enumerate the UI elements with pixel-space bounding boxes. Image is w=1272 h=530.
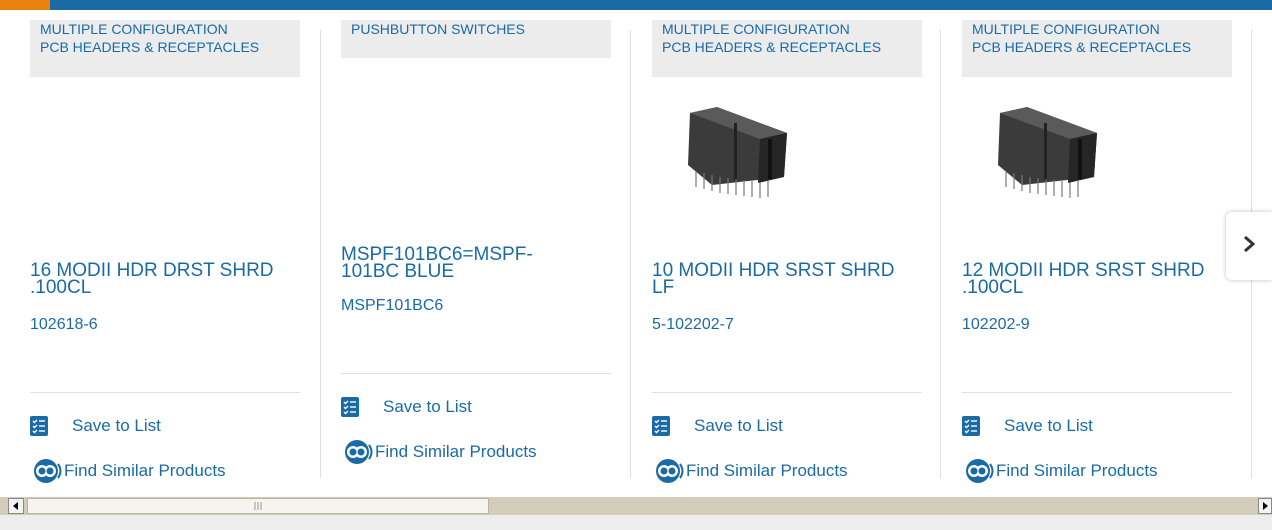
title-line: 10 MODII HDR SRST SHRD <box>652 260 895 281</box>
arrow-left-icon <box>12 497 20 515</box>
similar-products-icon <box>652 458 684 484</box>
product-card: PUSHBUTTON SWITCHES MSPF101BC6=MSPF- 101… <box>341 20 611 490</box>
divider-line <box>962 392 1232 393</box>
save-to-list-label: Save to List <box>694 416 783 435</box>
title-line: LF <box>652 277 675 298</box>
category-line: MULTIPLE CONFIGURATION <box>40 21 228 37</box>
save-to-list-button[interactable]: Save to List <box>962 416 1093 436</box>
save-to-list-button[interactable]: Save to List <box>341 397 472 417</box>
checklist-icon <box>30 416 48 436</box>
find-similar-label: Find Similar Products <box>996 461 1158 480</box>
product-card: MULTIPLE CONFIGURATION PCB HEADERS & REC… <box>652 20 922 490</box>
page-footer-area <box>0 515 1272 530</box>
product-image[interactable] <box>682 105 792 205</box>
scroll-left-button[interactable] <box>8 498 24 514</box>
top-accent-bar <box>0 0 1272 10</box>
find-similar-label: Find Similar Products <box>686 461 848 480</box>
scroll-thumb[interactable] <box>27 498 489 514</box>
accent-stripe <box>0 0 50 10</box>
save-to-list-label: Save to List <box>1004 416 1093 435</box>
part-number-link[interactable]: 102202-9 <box>962 316 1030 334</box>
card-divider <box>320 30 321 478</box>
checklist-icon <box>652 416 670 436</box>
product-card: MULTIPLE CONFIGURATION PCB HEADERS & REC… <box>30 20 300 490</box>
similar-products-icon <box>30 458 62 484</box>
category-line: MULTIPLE CONFIGURATION <box>662 21 850 37</box>
chevron-right-icon <box>1242 235 1256 258</box>
checklist-icon <box>962 416 980 436</box>
save-to-list-button[interactable]: Save to List <box>30 416 161 436</box>
card-divider <box>630 30 631 478</box>
category-label[interactable]: MULTIPLE CONFIGURATION PCB HEADERS & REC… <box>30 20 300 77</box>
product-title-link[interactable]: 16 MODII HDR DRST SHRD .100CL <box>30 261 305 298</box>
title-line: .100CL <box>962 277 1024 298</box>
save-to-list-label: Save to List <box>72 416 161 435</box>
find-similar-button[interactable]: Find Similar Products <box>30 458 226 484</box>
find-similar-button[interactable]: Find Similar Products <box>341 439 537 465</box>
horizontal-scrollbar[interactable] <box>0 497 1272 515</box>
part-number-link[interactable]: 102618-6 <box>30 316 98 334</box>
divider-line <box>30 392 300 393</box>
product-card: MULTIPLE CONFIGURATION PCB HEADERS & REC… <box>962 20 1232 490</box>
product-image[interactable] <box>992 105 1102 205</box>
scroll-right-button[interactable] <box>1258 498 1272 514</box>
grip-icon <box>254 497 262 515</box>
divider-line <box>652 392 922 393</box>
product-title-link[interactable]: 10 MODII HDR SRST SHRD LF <box>652 260 927 298</box>
similar-products-icon <box>962 458 994 484</box>
carousel-next-button[interactable] <box>1226 212 1272 280</box>
category-line: PCB HEADERS & RECEPTACLES <box>662 39 882 55</box>
category-line: MULTIPLE CONFIGURATION <box>972 21 1160 37</box>
title-line: 101BC BLUE <box>341 261 455 282</box>
product-title-link[interactable]: MSPF101BC6=MSPF- 101BC BLUE <box>341 245 616 282</box>
category-label[interactable]: MULTIPLE CONFIGURATION PCB HEADERS & REC… <box>652 20 922 77</box>
arrow-right-icon <box>1261 497 1269 515</box>
part-number-link[interactable]: MSPF101BC6 <box>341 297 443 315</box>
brand-stripe <box>50 0 1272 10</box>
find-similar-label: Find Similar Products <box>64 461 226 480</box>
category-line: PCB HEADERS & RECEPTACLES <box>40 39 260 55</box>
card-divider <box>940 30 941 478</box>
find-similar-button[interactable]: Find Similar Products <box>962 458 1158 484</box>
part-number-link[interactable]: 5-102202-7 <box>652 316 734 334</box>
title-line: .100CL <box>30 277 92 298</box>
find-similar-label: Find Similar Products <box>375 442 537 461</box>
category-label[interactable]: MULTIPLE CONFIGURATION PCB HEADERS & REC… <box>962 20 1232 77</box>
product-title-link[interactable]: 12 MODII HDR SRST SHRD .100CL <box>962 261 1237 298</box>
category-label[interactable]: PUSHBUTTON SWITCHES <box>341 20 611 58</box>
category-line: PCB HEADERS & RECEPTACLES <box>972 39 1192 55</box>
product-carousel: MULTIPLE CONFIGURATION PCB HEADERS & REC… <box>0 10 1272 490</box>
save-to-list-button[interactable]: Save to List <box>652 416 783 436</box>
divider-line <box>341 373 611 374</box>
find-similar-button[interactable]: Find Similar Products <box>652 458 848 484</box>
checklist-icon <box>341 397 359 417</box>
category-line: PUSHBUTTON SWITCHES <box>351 21 525 37</box>
save-to-list-label: Save to List <box>383 397 472 416</box>
similar-products-icon <box>341 439 373 465</box>
